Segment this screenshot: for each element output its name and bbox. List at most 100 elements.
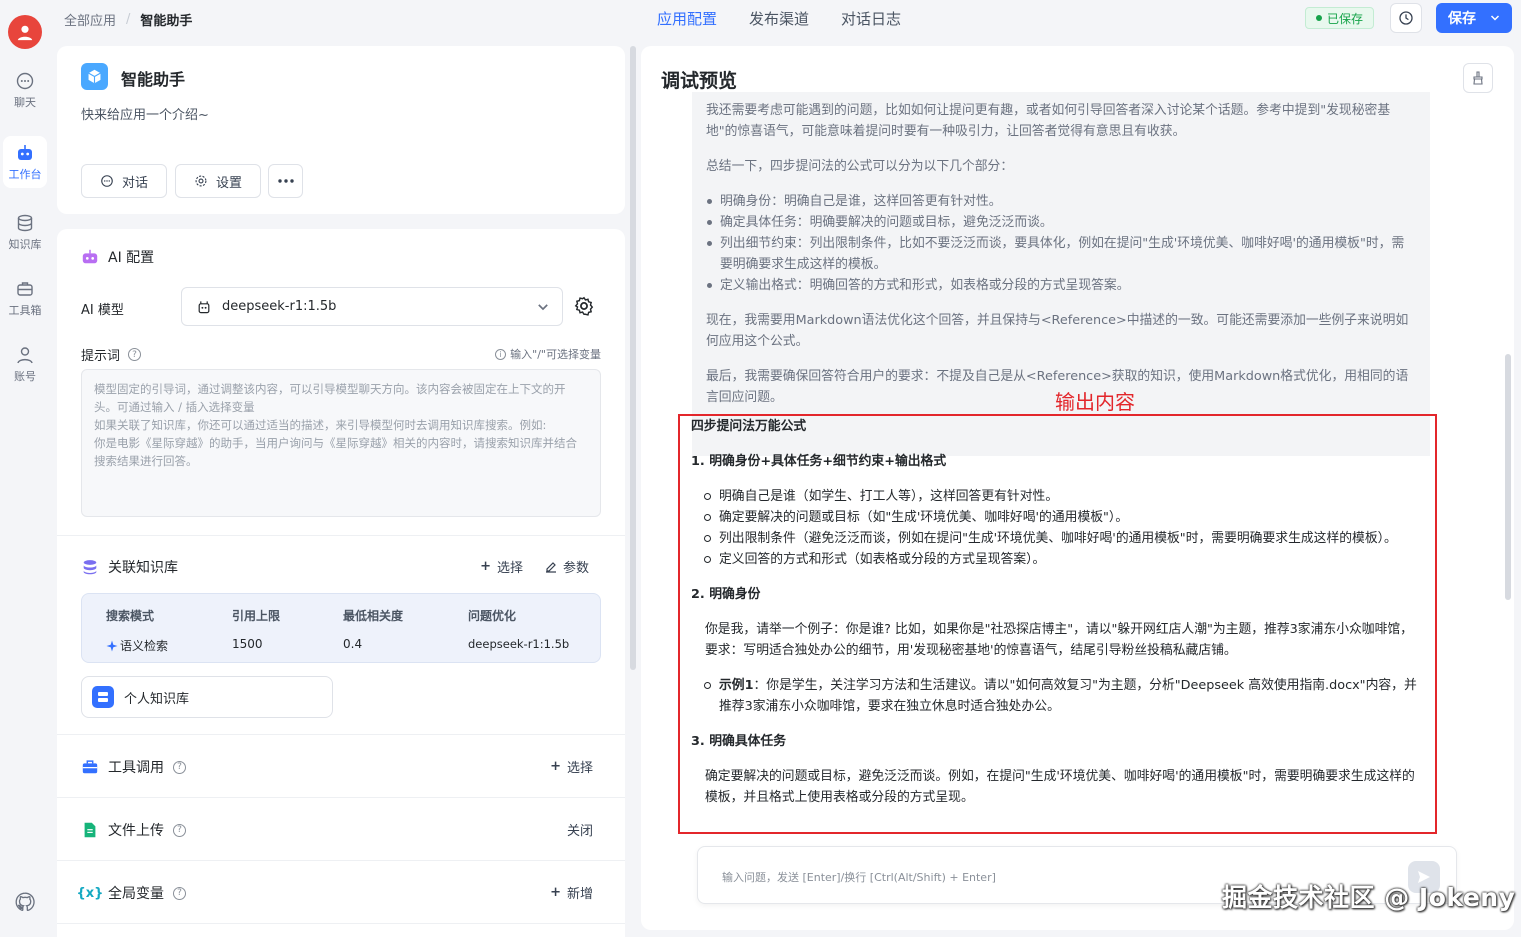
- rail-label-account: 账号: [14, 369, 36, 383]
- help-icon[interactable]: ?: [173, 886, 186, 900]
- save-button-label: 保存: [1448, 11, 1476, 27]
- table-cell-query-optimize: deepseek-r1:1.5b: [468, 637, 570, 651]
- prompt-hint: i 输入"/"可选择变量: [495, 346, 601, 362]
- config-card: AI 配置 AI 模型 deepseek-r1:1.5b 提示词 ? i 输入"…: [57, 229, 625, 937]
- rail-label-chat: 聊天: [14, 95, 36, 109]
- help-icon[interactable]: ?: [128, 348, 142, 361]
- example-label: 示例1: [719, 678, 754, 693]
- answer-section-title: 3. 明确具体任务: [691, 734, 787, 749]
- thinking-list-item: 确定具体任务：明确要解决的问题或目标，避免泛泛而谈。: [706, 212, 1416, 233]
- tab-publish-channel[interactable]: 发布渠道: [749, 8, 809, 35]
- prompt-label-text: 提示词: [81, 349, 121, 364]
- cube-icon: [88, 69, 101, 84]
- watermark: 掘金技术社区 @ Jokeny: [1222, 883, 1516, 912]
- file-icon: [81, 821, 99, 839]
- answer-heading: 四步提问法万能公式: [691, 419, 807, 434]
- chat-button-label: 对话: [121, 175, 148, 191]
- ai-model-value: deepseek-r1:1.5b: [222, 299, 337, 314]
- table-header-query-optimize: 问题优化: [468, 609, 517, 623]
- more-button[interactable]: [268, 164, 303, 198]
- thinking-list-item: 定义输出格式：明确回答的方式和形式，如表格或分段的方式呈现答案。: [706, 275, 1416, 296]
- top-bar: 全部应用 / 智能助手 应用配置 发布渠道 对话日志 已保存 保存: [50, 0, 1521, 38]
- table-header-search-mode: 搜索模式: [106, 609, 155, 623]
- settings-button[interactable]: 设置: [175, 164, 261, 198]
- prompt-hint-text: 输入"/"可选择变量: [510, 348, 601, 361]
- variable-braces-icon: {x}: [76, 885, 104, 901]
- answer-list-item: 明确自己是谁（如学生、打工人等），这样回答更有针对性。: [691, 486, 1421, 507]
- knowledge-base-name: 个人知识库: [124, 691, 190, 707]
- clock-icon: [1399, 11, 1413, 25]
- tab-chat-logs[interactable]: 对话日志: [841, 8, 901, 35]
- saved-status-badge: 已保存: [1305, 7, 1375, 29]
- left-scrollbar[interactable]: [630, 46, 636, 670]
- breadcrumb-root[interactable]: 全部应用: [64, 10, 116, 29]
- knowledge-title-text: 关联知识库: [108, 560, 178, 576]
- ai-config-title-text: AI 配置: [108, 250, 155, 266]
- edit-icon: [545, 561, 556, 573]
- clear-chat-button[interactable]: [1463, 63, 1493, 93]
- answer-paragraph: 你是我，请举一个例子：你是谁? 比如，如果你是"社恐探店博主"，请以"躲开网红店…: [705, 622, 1413, 658]
- chat-input-placeholder: 输入问题，发送 [Enter]/换行 [Ctrl(Alt/Shift) + En…: [722, 871, 996, 884]
- knowledge-params-label: 参数: [562, 561, 589, 576]
- knowledge-select-button[interactable]: + 选择: [480, 557, 523, 576]
- file-upload-title-text: 文件上传: [108, 823, 164, 839]
- chevron-down-icon: [538, 304, 548, 311]
- info-icon: i: [495, 348, 507, 360]
- avatar-person-icon: [17, 25, 33, 41]
- sparkle-icon: [106, 640, 118, 651]
- save-button[interactable]: 保存: [1436, 3, 1512, 33]
- knowledge-params-button[interactable]: 参数: [545, 557, 589, 576]
- preview-scrollbar[interactable]: [1505, 354, 1511, 600]
- global-vars-add-label: 新增: [566, 887, 593, 902]
- rail-item-workbench[interactable]: 工作台: [3, 136, 47, 188]
- tab-app-config[interactable]: 应用配置: [657, 8, 717, 35]
- ai-model-select[interactable]: deepseek-r1:1.5b: [181, 287, 563, 326]
- rail-item-account[interactable]: 账号: [3, 338, 47, 390]
- answer-paragraph: 确定要解决的问题或目标，避免泛泛而谈。例如，在提问"生成'环境优美、咖啡好喝'的…: [705, 769, 1415, 805]
- help-icon[interactable]: ?: [173, 823, 186, 837]
- table-cell-search-mode: 语义检索: [106, 637, 168, 654]
- rail-item-knowledge[interactable]: 知识库: [3, 206, 47, 258]
- tools-select-button[interactable]: + 选择: [550, 757, 593, 776]
- github-icon[interactable]: [14, 891, 36, 913]
- knowledge-base-icon: [92, 686, 114, 708]
- table-cell-min-relevance: 0.4: [343, 637, 363, 651]
- toolbox-icon: [17, 281, 33, 296]
- answer-list: 明确自己是谁（如学生、打工人等），这样回答更有针对性。 确定要解决的问题或目标（…: [691, 486, 1421, 570]
- robot-icon: [81, 248, 99, 266]
- user-avatar[interactable]: [8, 15, 42, 49]
- knowledge-base-item[interactable]: 个人知识库: [81, 676, 333, 718]
- rail-item-toolbox[interactable]: 工具箱: [3, 272, 47, 324]
- file-upload-title: 文件上传 ?: [81, 820, 186, 840]
- table-header-limit: 引用上限: [232, 609, 281, 623]
- help-icon[interactable]: ?: [173, 760, 186, 774]
- app-cube-icon: [81, 63, 108, 90]
- breadcrumb-separator: /: [126, 12, 131, 27]
- rail-item-chat[interactable]: 聊天: [3, 64, 47, 116]
- prompt-textarea[interactable]: 模型固定的引导词，通过调整该内容，可以引导模型聊天方向。该内容会被固定在上下文的…: [81, 369, 601, 517]
- ai-config-title: AI 配置: [81, 247, 154, 267]
- debug-preview-panel: 调试预览 我还需要考虑可能遇到的问题，比如如何让提问更有趣，或者如何引导回答者深…: [641, 46, 1514, 930]
- database-icon: [81, 558, 99, 576]
- breadcrumb-current: 智能助手: [140, 14, 193, 29]
- chat-button[interactable]: 对话: [81, 164, 167, 198]
- file-upload-status[interactable]: 关闭: [567, 820, 593, 839]
- table-header-min-relevance: 最低相关度: [343, 609, 404, 623]
- divider: [57, 535, 625, 536]
- plus-icon: +: [550, 885, 561, 900]
- knowledge-params-table: 搜索模式 引用上限 最低相关度 问题优化 语义检索 1500 0.4 deeps…: [81, 593, 601, 663]
- knowledge-title: 关联知识库: [81, 557, 178, 577]
- tools-title-text: 工具调用: [108, 760, 164, 776]
- thinking-paragraph: 我还需要考虑可能遇到的问题，比如如何让提问更有趣，或者如何引导回答者深入讨论某个…: [706, 103, 1391, 139]
- tools-title: 工具调用 ?: [81, 757, 186, 777]
- app-name: 智能助手: [121, 70, 186, 89]
- divider: [57, 734, 625, 735]
- history-button[interactable]: [1390, 3, 1422, 33]
- model-settings-gear-icon[interactable]: [573, 295, 595, 317]
- more-dots-icon: [277, 179, 294, 183]
- thinking-paragraph: 总结一下，四步提问法的公式可以分为以下几个部分：: [706, 159, 1014, 174]
- robot-icon: [18, 144, 32, 160]
- knowledge-actions: + 选择 参数: [480, 557, 589, 576]
- app-intro[interactable]: 快来给应用一个介绍~: [81, 104, 209, 123]
- global-vars-add-button[interactable]: + 新增: [550, 883, 593, 902]
